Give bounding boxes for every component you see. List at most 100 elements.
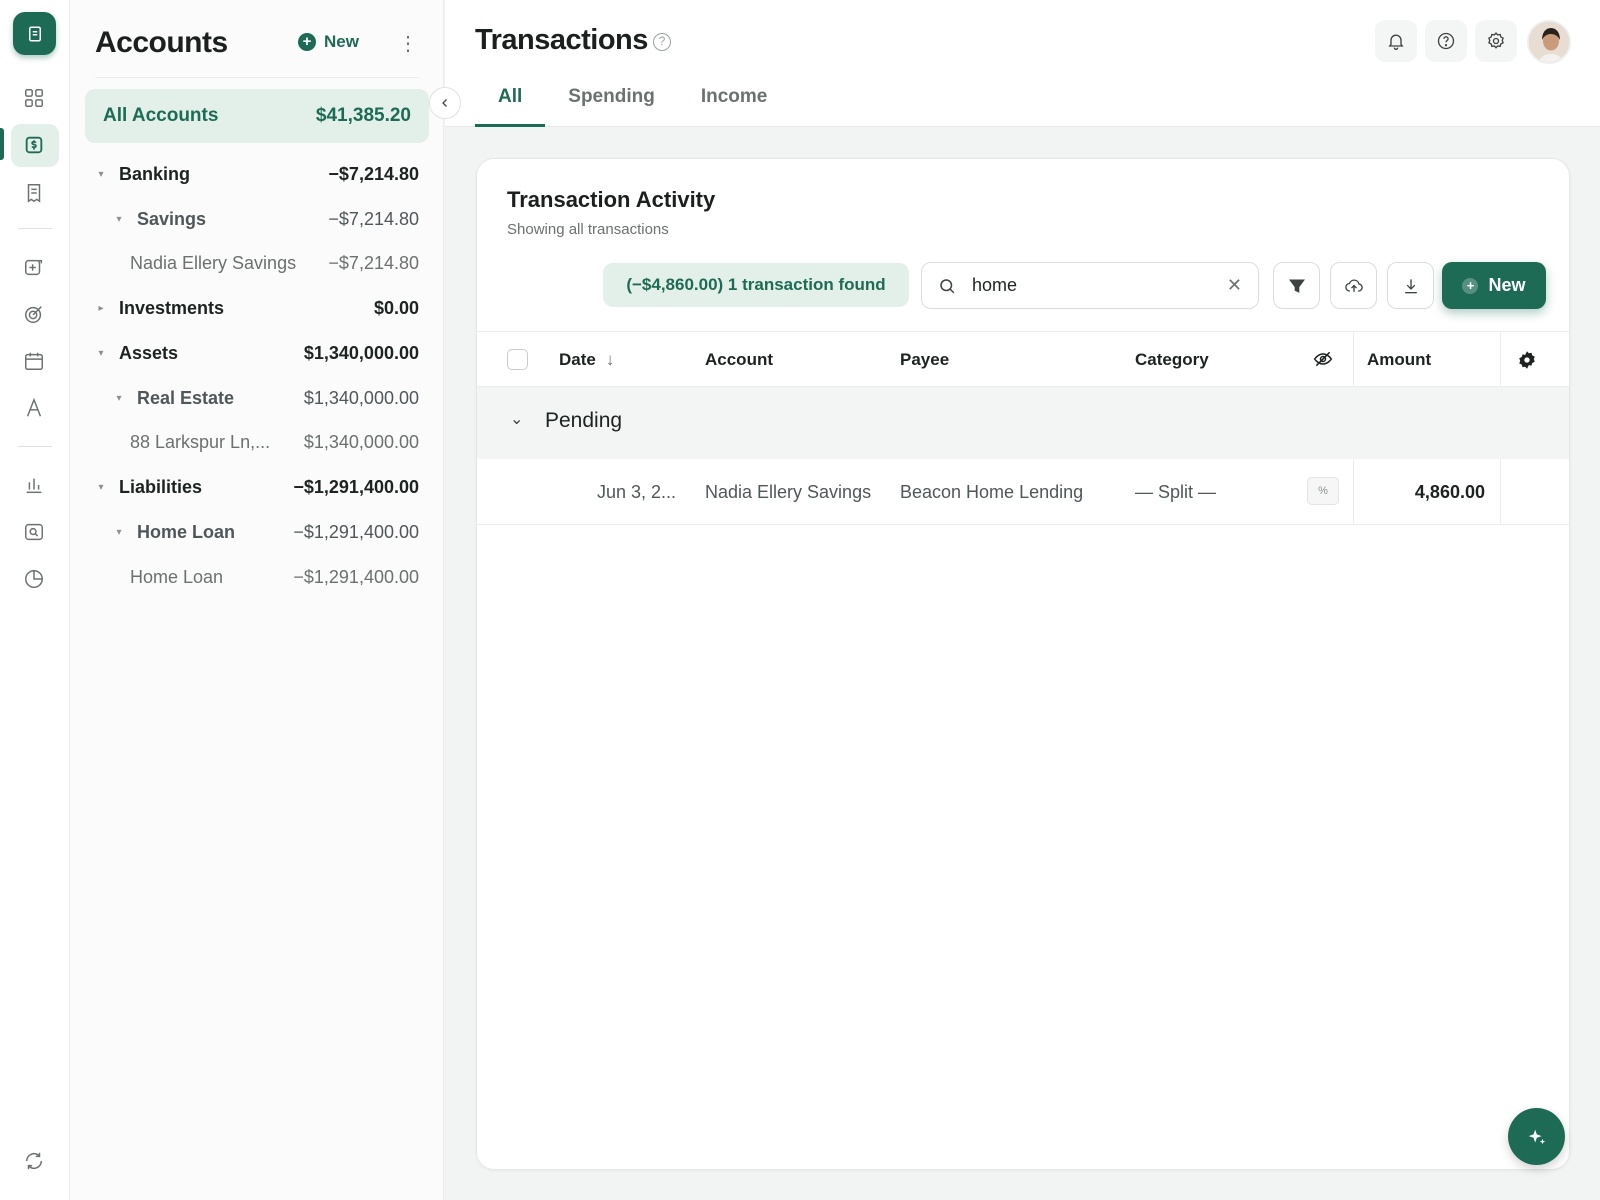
download-icon <box>1404 278 1417 293</box>
search-field[interactable]: home ✕ <box>921 262 1259 309</box>
all-accounts-item[interactable]: All Accounts $41,385.20 <box>85 89 429 143</box>
table-header: Date ↓ Account Payee Category Amount <box>477 331 1569 387</box>
select-all-checkbox[interactable] <box>507 349 528 370</box>
search-icon[interactable] <box>22 520 46 544</box>
account-column-header[interactable]: Account <box>705 332 773 387</box>
amount-column-header[interactable]: Amount <box>1367 332 1431 387</box>
tree-item-amount: $1,340,000.00 <box>303 431 419 452</box>
date-column-header[interactable]: Date ↓ <box>559 332 614 387</box>
card-title: Transaction Activity <box>507 187 716 212</box>
goals-icon[interactable] <box>22 302 46 326</box>
upload-button[interactable] <box>1330 262 1377 309</box>
collapse-panel-button[interactable] <box>429 87 461 119</box>
main-header: Transactions ? All Spending Income <box>445 0 1600 127</box>
tabs: All Spending Income <box>475 82 790 127</box>
chevron-down-icon: ⌄ <box>510 411 524 428</box>
column-settings-icon[interactable] <box>1517 350 1537 375</box>
tree-item[interactable]: ▾ Savings −$7,214.80 <box>95 204 419 234</box>
tree-item-label: Liabilities <box>119 476 203 497</box>
history-icon[interactable] <box>22 567 46 591</box>
row-date: Jun 3, 2... <box>597 482 677 502</box>
tree-item-label-wrap: ▾ Liabilities <box>95 477 202 498</box>
transaction-activity-card: Transaction Activity Showing all transac… <box>476 158 1570 1170</box>
settings-button[interactable] <box>1475 20 1517 62</box>
tree-item-amount: −$1,291,400.00 <box>293 521 419 542</box>
clear-search-icon[interactable]: ✕ <box>1227 275 1242 296</box>
row-category[interactable]: — Split — <box>1135 459 1216 525</box>
tree-item[interactable]: Home Loan −$1,291,400.00 <box>95 562 419 592</box>
tree-item-label-wrap: 88 Larkspur Ln,... <box>95 432 270 453</box>
tree-item[interactable]: ▾ Real Estate $1,340,000.00 <box>95 383 419 413</box>
budget-icon[interactable] <box>22 255 46 279</box>
tab-spending[interactable]: Spending <box>545 82 678 127</box>
new-account-label: New <box>324 32 359 51</box>
tree-item-amount: −$7,214.80 <box>328 208 419 229</box>
tree-item-label: Home Loan <box>130 566 224 587</box>
tree-item[interactable]: ▾ Home Loan −$1,291,400.00 <box>95 517 419 547</box>
search-input[interactable]: home <box>972 275 1227 296</box>
tree-item-label: Nadia Ellery Savings <box>130 252 297 273</box>
chevron-left-icon <box>442 99 447 107</box>
notifications-button[interactable] <box>1375 20 1417 62</box>
tree-item[interactable]: 88 Larkspur Ln,... $1,340,000.00 <box>95 427 419 457</box>
category-column-header[interactable]: Category <box>1135 332 1209 387</box>
tree-item-label: Assets <box>119 342 179 363</box>
dashboard-icon[interactable] <box>22 86 46 110</box>
new-account-button[interactable]: + New <box>298 32 359 52</box>
sparkle-icon <box>1528 1129 1545 1144</box>
ai-assistant-button[interactable] <box>1508 1108 1565 1165</box>
caret-down-icon[interactable]: ▾ <box>95 348 107 359</box>
more-options-icon[interactable]: ⋮ <box>398 32 418 56</box>
tree-item-amount: −$1,291,400.00 <box>293 476 419 497</box>
tree-item[interactable]: Nadia Ellery Savings −$7,214.80 <box>95 248 419 278</box>
tree-item-amount: −$1,291,400.00 <box>293 566 419 587</box>
split-percent-icon[interactable]: % <box>1307 477 1339 505</box>
caret-down-icon[interactable]: ▾ <box>95 482 107 493</box>
tree-item[interactable]: ▾ Liabilities −$1,291,400.00 <box>95 472 419 502</box>
gear-icon <box>1488 32 1504 49</box>
rail-divider <box>18 228 52 229</box>
filter-icon <box>1288 279 1305 293</box>
logo-icon[interactable] <box>13 12 56 55</box>
tree-item-amount: $0.00 <box>373 297 419 318</box>
new-transaction-button[interactable]: + New <box>1442 262 1546 309</box>
tree-item[interactable]: ▸ Investments $0.00 <box>95 293 419 323</box>
search-icon <box>940 278 955 293</box>
avatar[interactable] <box>1527 20 1571 64</box>
tree-item-label: Real Estate <box>137 387 235 408</box>
filter-button[interactable] <box>1273 262 1320 309</box>
tab-all[interactable]: All <box>475 82 546 127</box>
caret-down-icon[interactable]: ▾ <box>113 214 125 225</box>
calendar-icon[interactable] <box>22 349 46 373</box>
caret-down-icon[interactable]: ▾ <box>113 527 125 538</box>
caret-down-icon[interactable]: ▾ <box>113 393 125 404</box>
column-divider <box>1353 459 1354 525</box>
accounts-icon[interactable] <box>22 133 46 157</box>
tree-item-label-wrap: Home Loan <box>95 567 223 588</box>
date-column-label: Date <box>559 350 596 369</box>
tree-item-amount: $1,340,000.00 <box>303 387 419 408</box>
tree-item-amount: −$7,214.80 <box>328 163 419 184</box>
help-button[interactable] <box>1425 20 1467 62</box>
icon-rail <box>0 0 70 1200</box>
rules-icon[interactable] <box>22 396 46 420</box>
table-row[interactable]: Jun 3, 2... Nadia Ellery Savings Beacon … <box>477 459 1569 525</box>
rail-divider <box>18 446 52 447</box>
tree-item-label: Home Loan <box>137 521 236 542</box>
tree-item[interactable]: ▾ Banking −$7,214.80 <box>95 159 419 189</box>
pending-group-row[interactable]: ⌄ Pending <box>477 387 1569 459</box>
tab-income[interactable]: Income <box>678 82 791 127</box>
eye-off-icon[interactable] <box>1313 349 1333 374</box>
tree-item[interactable]: ▾ Assets $1,340,000.00 <box>95 338 419 368</box>
transactions-icon[interactable] <box>22 181 46 205</box>
help-circle-icon[interactable]: ? <box>653 33 671 51</box>
caret-down-icon[interactable]: ▾ <box>95 169 107 180</box>
reports-icon[interactable] <box>22 473 46 497</box>
tree-item-amount: $1,340,000.00 <box>303 342 419 363</box>
download-button[interactable] <box>1387 262 1434 309</box>
row-payee: Beacon Home Lending <box>900 482 1084 502</box>
sync-icon[interactable] <box>22 1149 46 1173</box>
payee-column-header[interactable]: Payee <box>900 332 949 387</box>
accounts-panel: Accounts + New ⋮ All Accounts $41,385.20… <box>70 0 444 1200</box>
caret-right-icon[interactable]: ▸ <box>95 303 107 314</box>
